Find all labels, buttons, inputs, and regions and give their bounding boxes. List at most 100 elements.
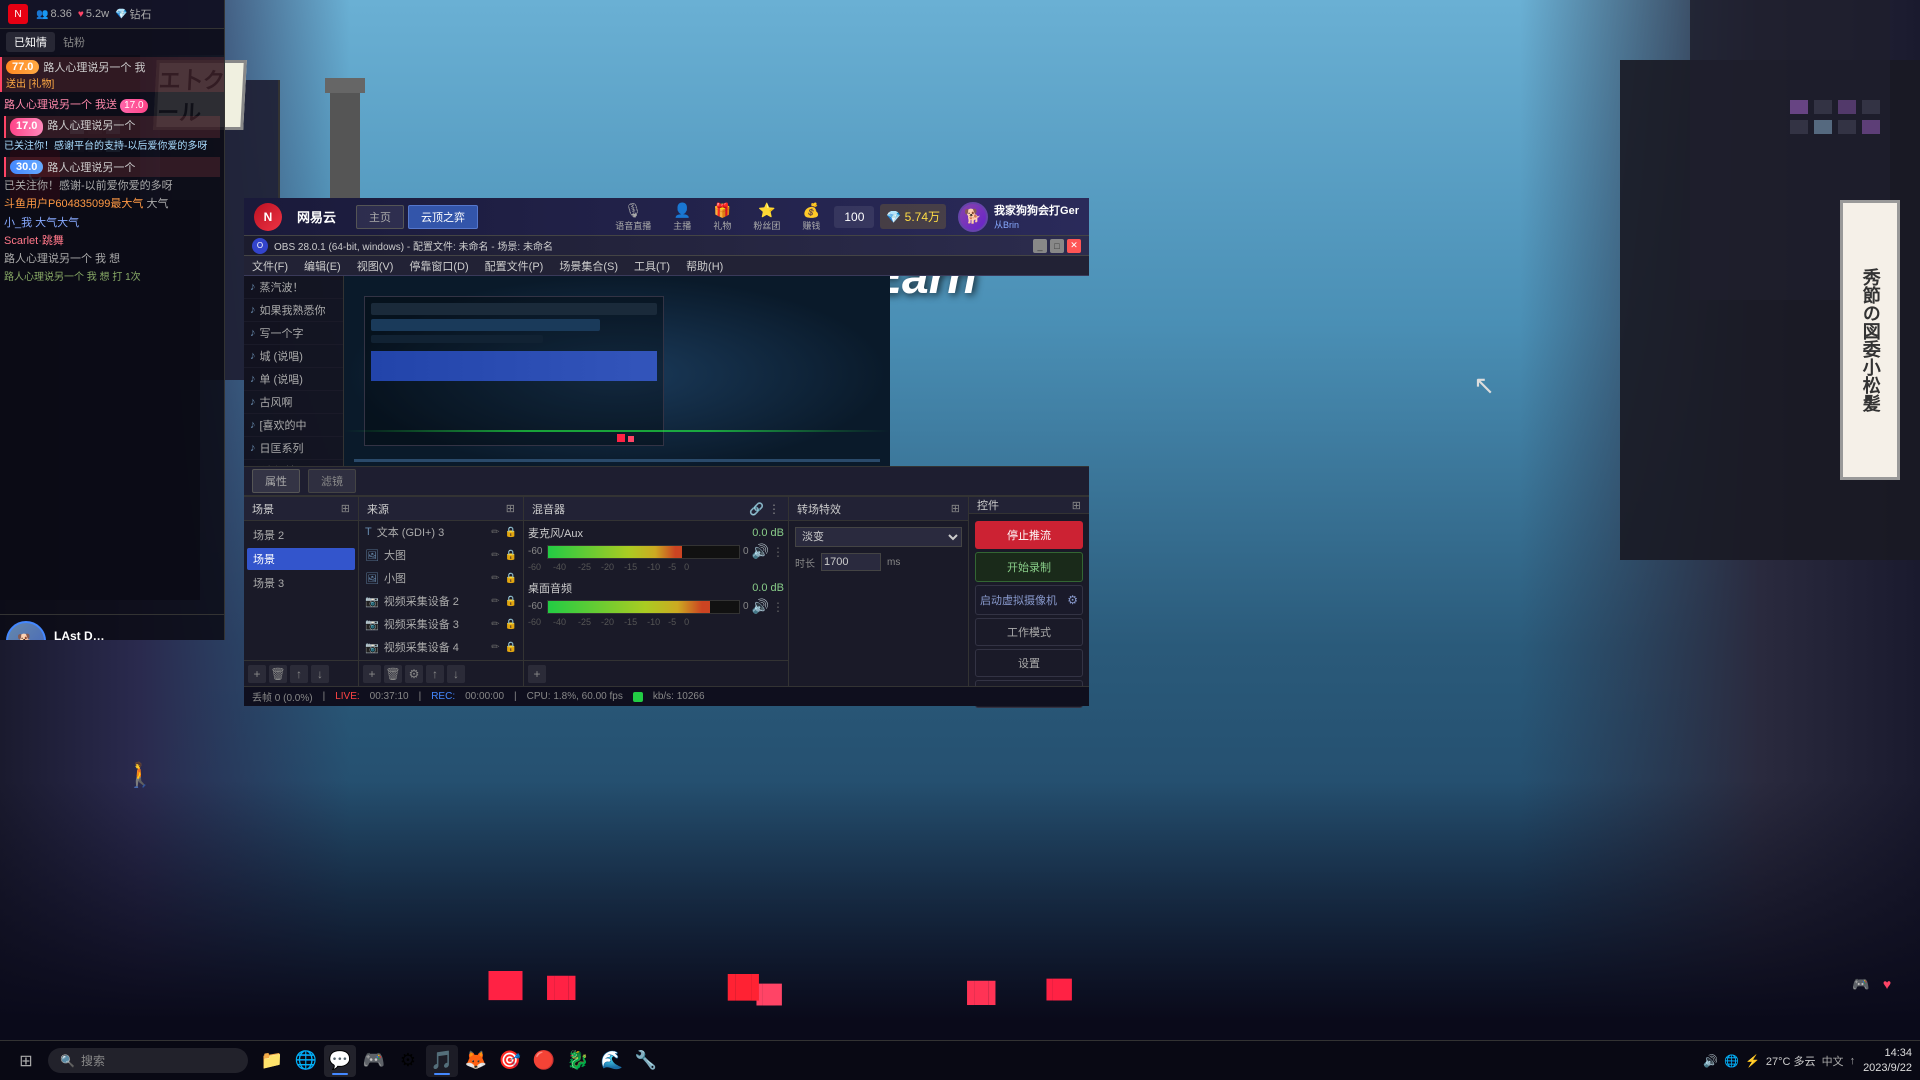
controls-expand-icon[interactable]: ⊞ bbox=[1072, 499, 1081, 512]
tray-icon-sound[interactable]: 🔊 bbox=[1703, 1054, 1718, 1068]
song-item-6[interactable]: ♪ [喜欢的中 bbox=[244, 414, 343, 437]
scenes-expand-icon[interactable]: ⊞ bbox=[341, 502, 350, 515]
menu-view[interactable]: 视图(V) bbox=[349, 256, 402, 276]
scenes-delete-btn[interactable]: 🗑 bbox=[269, 665, 287, 683]
obs-maximize-btn[interactable]: □ bbox=[1050, 239, 1064, 253]
scenes-up-btn[interactable]: ↑ bbox=[290, 665, 308, 683]
scene-item-2[interactable]: 场景 2 bbox=[247, 524, 355, 546]
taskbar-app-game[interactable]: 🎮 bbox=[358, 1045, 390, 1077]
track-mic-menu[interactable]: ⋮ bbox=[772, 545, 784, 559]
taskbar-app-extra5[interactable]: 🌊 bbox=[596, 1045, 628, 1077]
sources-add-btn[interactable]: + bbox=[363, 665, 381, 683]
source-eye-3[interactable]: ✏ bbox=[491, 596, 499, 607]
taskbar-app-music[interactable]: 🎵 bbox=[426, 1045, 458, 1077]
song-item-4[interactable]: ♪ 单 (说唱) bbox=[244, 368, 343, 391]
scene-item-3[interactable]: 场景 3 bbox=[247, 572, 355, 594]
scene-item-active[interactable]: 场景 bbox=[247, 548, 355, 570]
icon-earn[interactable]: 💰 赚钱 bbox=[794, 200, 828, 234]
song-item-5[interactable]: ♪ 古风啊 bbox=[244, 391, 343, 414]
mixer-add-btn[interactable]: + bbox=[528, 665, 546, 683]
menu-tools[interactable]: 工具(T) bbox=[626, 256, 678, 276]
taskbar-app-extra4[interactable]: 🐉 bbox=[562, 1045, 594, 1077]
virtual-cam-settings[interactable]: ⚙ bbox=[1067, 593, 1078, 607]
tab-known[interactable]: 已知情 bbox=[6, 32, 55, 52]
menu-dock[interactable]: 停靠窗口(D) bbox=[401, 256, 476, 276]
taskbar-app-files[interactable]: 📁 bbox=[256, 1045, 288, 1077]
virtual-cam-btn[interactable]: 启动虚拟摄像机 ⚙ bbox=[975, 585, 1083, 615]
mixer-menu-icon[interactable]: ⋮ bbox=[768, 502, 780, 516]
source-eye-0[interactable]: ✏ bbox=[491, 527, 499, 538]
menu-file[interactable]: 文件(F) bbox=[244, 256, 296, 276]
effects-expand-icon[interactable]: ⊞ bbox=[951, 502, 960, 515]
source-item-2[interactable]: 🖼 小图 ✏ 🔒 bbox=[359, 567, 523, 590]
taskbar-search-box[interactable]: 🔍 搜索 bbox=[48, 1048, 248, 1073]
taskbar-app-extra3[interactable]: 🔴 bbox=[528, 1045, 560, 1077]
tray-icon-battery[interactable]: ⚡ bbox=[1745, 1054, 1760, 1068]
source-item-3[interactable]: 📷 视频采集设备 2 ✏ 🔒 bbox=[359, 590, 523, 613]
user-profile[interactable]: 🐕 我家狗狗会打Ger 从Brin bbox=[958, 202, 1079, 232]
scenes-down-btn[interactable]: ↓ bbox=[311, 665, 329, 683]
source-lock-2[interactable]: 🔒 bbox=[505, 573, 517, 584]
source-lock-5[interactable]: 🔒 bbox=[505, 642, 517, 653]
menu-profile[interactable]: 配置文件(P) bbox=[477, 256, 552, 276]
taskbar-app-extra1[interactable]: 🦊 bbox=[460, 1045, 492, 1077]
mixer-link-icon[interactable]: 🔗 bbox=[749, 502, 764, 516]
duration-input[interactable] bbox=[821, 553, 881, 571]
source-lock-3[interactable]: 🔒 bbox=[505, 596, 517, 607]
sources-up-btn[interactable]: ↑ bbox=[426, 665, 444, 683]
scenes-add-btn[interactable]: + bbox=[248, 665, 266, 683]
corner-icon-1[interactable]: 🎮 bbox=[1850, 973, 1872, 995]
sources-delete-btn[interactable]: 🗑 bbox=[384, 665, 402, 683]
menu-scenecol[interactable]: 场景集合(S) bbox=[551, 256, 626, 276]
taskbar-app-extra2[interactable]: 🎯 bbox=[494, 1045, 526, 1077]
tab-diamond-fans[interactable]: 钻粉 bbox=[55, 32, 93, 52]
filter-filters-tab[interactable]: 滤镜 bbox=[308, 469, 356, 493]
corner-icon-heart[interactable]: ♥ bbox=[1876, 973, 1898, 995]
filter-properties-tab[interactable]: 属性 bbox=[252, 469, 300, 493]
taskbar-app-chat[interactable]: 💬 bbox=[324, 1045, 356, 1077]
nav-home-btn[interactable]: 主页 bbox=[356, 205, 404, 229]
menu-help[interactable]: 帮助(H) bbox=[678, 256, 731, 276]
source-item-5[interactable]: 📷 视频采集设备 4 ✏ 🔒 bbox=[359, 636, 523, 659]
work-mode-btn[interactable]: 工作模式 bbox=[975, 618, 1083, 646]
icon-gift[interactable]: 🎁 礼物 bbox=[705, 200, 739, 234]
taskbar-app-browser[interactable]: 🌐 bbox=[290, 1045, 322, 1077]
track-desktop-menu[interactable]: ⋮ bbox=[772, 600, 784, 614]
song-item-7[interactable]: ♪ 日匡系列 bbox=[244, 437, 343, 460]
source-lock-4[interactable]: 🔒 bbox=[505, 619, 517, 630]
settings-btn[interactable]: 设置 bbox=[975, 649, 1083, 677]
source-item-0[interactable]: T 文本 (GDI+) 3 ✏ 🔒 bbox=[359, 521, 523, 544]
icon-mic[interactable]: 🎙 语音直播 bbox=[607, 200, 659, 234]
menu-edit[interactable]: 编辑(E) bbox=[296, 256, 349, 276]
source-lock-0[interactable]: 🔒 bbox=[505, 527, 517, 538]
song-item-2[interactable]: ♪ 写一个字 bbox=[244, 322, 343, 345]
icon-anchor[interactable]: 👤 主播 bbox=[665, 200, 699, 234]
tray-icon-network[interactable]: 🌐 bbox=[1724, 1054, 1739, 1068]
obs-minimize-btn[interactable]: _ bbox=[1033, 239, 1047, 253]
nav-game-btn[interactable]: 云顶之弈 bbox=[408, 205, 478, 229]
sources-expand-icon[interactable]: ⊞ bbox=[506, 502, 515, 515]
system-clock[interactable]: 14:34 2023/9/22 bbox=[1863, 1046, 1912, 1075]
source-eye-4[interactable]: ✏ bbox=[491, 619, 499, 630]
track-desktop-speaker[interactable]: 🔊 bbox=[752, 598, 769, 615]
stop-stream-btn[interactable]: 停止推流 bbox=[975, 521, 1083, 549]
source-eye-1[interactable]: ✏ bbox=[491, 550, 499, 561]
effect-type-select[interactable]: 淡变 bbox=[795, 527, 962, 547]
taskbar-app-settings[interactable]: ⚙ bbox=[392, 1045, 424, 1077]
track-mic-speaker[interactable]: 🔊 bbox=[752, 543, 769, 560]
source-eye-5[interactable]: ✏ bbox=[491, 642, 499, 653]
start-record-btn[interactable]: 开始录制 bbox=[975, 552, 1083, 582]
source-lock-1[interactable]: 🔒 bbox=[505, 550, 517, 561]
sources-settings-btn[interactable]: ⚙ bbox=[405, 665, 423, 683]
source-item-4[interactable]: 📷 视频采集设备 3 ✏ 🔒 bbox=[359, 613, 523, 636]
sources-down-btn[interactable]: ↓ bbox=[447, 665, 465, 683]
song-item-3[interactable]: ♪ 城 (说唱) bbox=[244, 345, 343, 368]
song-item-1[interactable]: ♪ 如果我熟悉你 bbox=[244, 299, 343, 322]
taskbar-app-extra6[interactable]: 🔧 bbox=[630, 1045, 662, 1077]
start-button[interactable]: ⊞ bbox=[8, 1045, 44, 1077]
source-eye-2[interactable]: ✏ bbox=[491, 573, 499, 584]
source-item-1[interactable]: 🖼 大图 ✏ 🔒 bbox=[359, 544, 523, 567]
icon-fans[interactable]: ⭐ 粉丝团 bbox=[745, 200, 788, 234]
obs-close-btn[interactable]: ✕ bbox=[1067, 239, 1081, 253]
song-item-0[interactable]: ♪ 蒸汽波！ bbox=[244, 276, 343, 299]
